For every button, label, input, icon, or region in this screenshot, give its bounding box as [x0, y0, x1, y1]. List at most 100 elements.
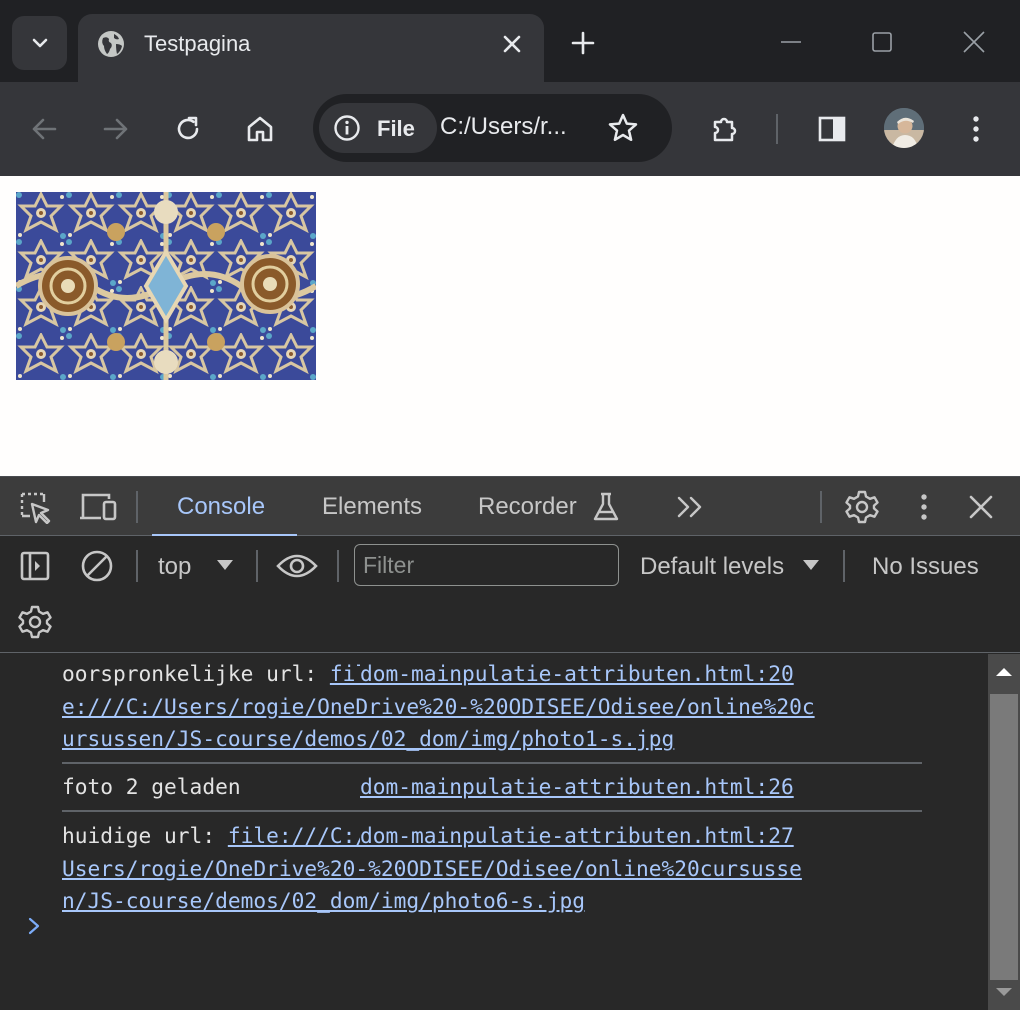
- site-info-label: File: [377, 116, 415, 141]
- side-panel-icon: [818, 116, 846, 142]
- avatar[interactable]: [884, 108, 924, 148]
- message-url-link[interactable]: file:///C:/: [228, 823, 368, 848]
- prompt-chevron-icon[interactable]: [26, 916, 42, 936]
- tile-pattern-image: [16, 192, 316, 380]
- rosette-left: [38, 256, 98, 316]
- forward-button[interactable]: [93, 106, 139, 152]
- info-icon: [334, 115, 360, 141]
- url-text[interactable]: C:/Users/r...: [440, 113, 567, 141]
- new-tab-button[interactable]: [566, 26, 600, 60]
- message-source-link[interactable]: dom-mainpulatie-attributen.html:26: [360, 771, 794, 804]
- toolbar-separator: [776, 114, 778, 144]
- flask-icon: [590, 491, 622, 523]
- tab-console[interactable]: Console: [177, 493, 265, 521]
- inspect-icon: [20, 492, 51, 524]
- close-icon: [969, 495, 993, 519]
- clear-icon: [81, 550, 113, 582]
- more-vert-icon: [921, 494, 927, 520]
- caret-down-icon: [214, 556, 236, 574]
- console-sidebar-button[interactable]: [16, 548, 54, 584]
- bookmark-button[interactable]: [605, 110, 641, 146]
- active-tab[interactable]: Testpagina: [78, 14, 544, 82]
- extensions-button[interactable]: [702, 106, 748, 152]
- tab-bar-separator: [136, 491, 138, 523]
- extensions-icon: [713, 117, 737, 142]
- console-scrollbar[interactable]: [988, 654, 1020, 1010]
- eye-icon: [276, 554, 318, 578]
- sidebar-icon: [20, 551, 50, 581]
- live-expression-button[interactable]: [274, 548, 320, 584]
- message-text: foto 2 geladen: [62, 774, 241, 799]
- close-icon: [503, 35, 521, 53]
- star-icon: [608, 113, 638, 142]
- message-divider: [62, 762, 922, 764]
- filter-input[interactable]: [354, 544, 619, 586]
- inspect-element-button[interactable]: [16, 489, 54, 525]
- reload-icon: [177, 116, 199, 140]
- browser-menu-button[interactable]: [953, 106, 999, 152]
- close-icon: [963, 31, 985, 53]
- profile-avatar-icon: [884, 108, 924, 148]
- maximize-icon: [872, 32, 892, 52]
- devtools-close-button[interactable]: [963, 489, 999, 525]
- execution-context-select[interactable]: top: [158, 553, 191, 581]
- browser-toolbar: File C:/Users/r...: [0, 82, 1020, 176]
- back-button[interactable]: [21, 106, 67, 152]
- log-levels-select[interactable]: Default levels: [640, 553, 784, 581]
- home-button[interactable]: [237, 106, 283, 152]
- forward-icon: [103, 118, 128, 140]
- device-toolbar-button[interactable]: [78, 489, 118, 525]
- console-messages: oorspronkelijke url: fil e:///C:/Users/r…: [0, 654, 988, 1010]
- tab-bar-separator: [820, 491, 822, 523]
- caret-up-icon: [996, 668, 1012, 676]
- message-text: oorspronkelijke url:: [62, 661, 330, 686]
- tab-recorder[interactable]: Recorder: [478, 493, 577, 521]
- reload-button[interactable]: [165, 106, 211, 152]
- console-settings-button[interactable]: [16, 604, 54, 640]
- home-icon: [247, 116, 273, 142]
- rosette-right: [240, 254, 300, 314]
- maximize-button[interactable]: [862, 22, 902, 62]
- window-close-button[interactable]: [954, 22, 994, 62]
- site-info-chip[interactable]: File: [319, 103, 437, 153]
- more-vert-icon: [973, 116, 979, 142]
- message-source-link[interactable]: dom-mainpulatie-attributen.html:27: [360, 820, 794, 853]
- tab-search-button[interactable]: [12, 16, 67, 70]
- console-toolbar-separator: [136, 550, 138, 582]
- scrollbar-thumb[interactable]: [990, 694, 1018, 980]
- back-icon: [32, 118, 57, 140]
- devtools-settings-button[interactable]: [843, 489, 881, 525]
- settings-icon: [845, 490, 879, 524]
- device-icon: [80, 493, 117, 521]
- page-content: [0, 176, 1020, 476]
- scroll-up-button[interactable]: [988, 654, 1020, 690]
- devtools-menu-button[interactable]: [912, 489, 936, 525]
- minimize-icon: [781, 41, 801, 43]
- caret-down-icon: [800, 556, 822, 574]
- clear-console-button[interactable]: [78, 548, 116, 584]
- console-toolbar-separator: [256, 550, 258, 582]
- tab-title: Testpagina: [144, 31, 251, 56]
- devtools-tab-bar: Console Elements Recorder: [0, 476, 1020, 537]
- message-source-link[interactable]: dom-mainpulatie-attributen.html:20: [360, 658, 794, 691]
- more-tabs-icon: [677, 496, 702, 518]
- globe-icon: [98, 31, 124, 57]
- message-url-link[interactable]: ursussen/JS-course/demos/02_dom/img/phot…: [62, 726, 674, 751]
- message-url-link[interactable]: n/JS-course/demos/02_dom/img/photo6-s.jp…: [62, 888, 585, 913]
- address-bar[interactable]: File C:/Users/r...: [313, 94, 672, 162]
- message-url-link[interactable]: e:///C:/Users/rogie/OneDrive%20-%20ODISE…: [62, 694, 815, 719]
- caret-down-icon: [996, 988, 1012, 996]
- devtools-panel: Console Elements Recorder top Filter Def…: [0, 476, 1020, 1010]
- issues-counter[interactable]: No Issues: [872, 553, 979, 581]
- tab-elements[interactable]: Elements: [322, 493, 422, 521]
- settings-icon: [18, 605, 52, 639]
- tab-close-button[interactable]: [496, 28, 528, 60]
- chevron-down-icon: [32, 38, 47, 48]
- scroll-down-button[interactable]: [988, 974, 1020, 1010]
- minimize-button[interactable]: [771, 22, 811, 62]
- message-text: huidige url:: [62, 823, 228, 848]
- side-panel-button[interactable]: [809, 106, 855, 152]
- console-toolbar: top Default levels No Issues: [0, 536, 1020, 653]
- more-tabs-button[interactable]: [672, 489, 710, 525]
- message-url-link[interactable]: Users/rogie/OneDrive%20-%20ODISEE/Odisee…: [62, 856, 802, 881]
